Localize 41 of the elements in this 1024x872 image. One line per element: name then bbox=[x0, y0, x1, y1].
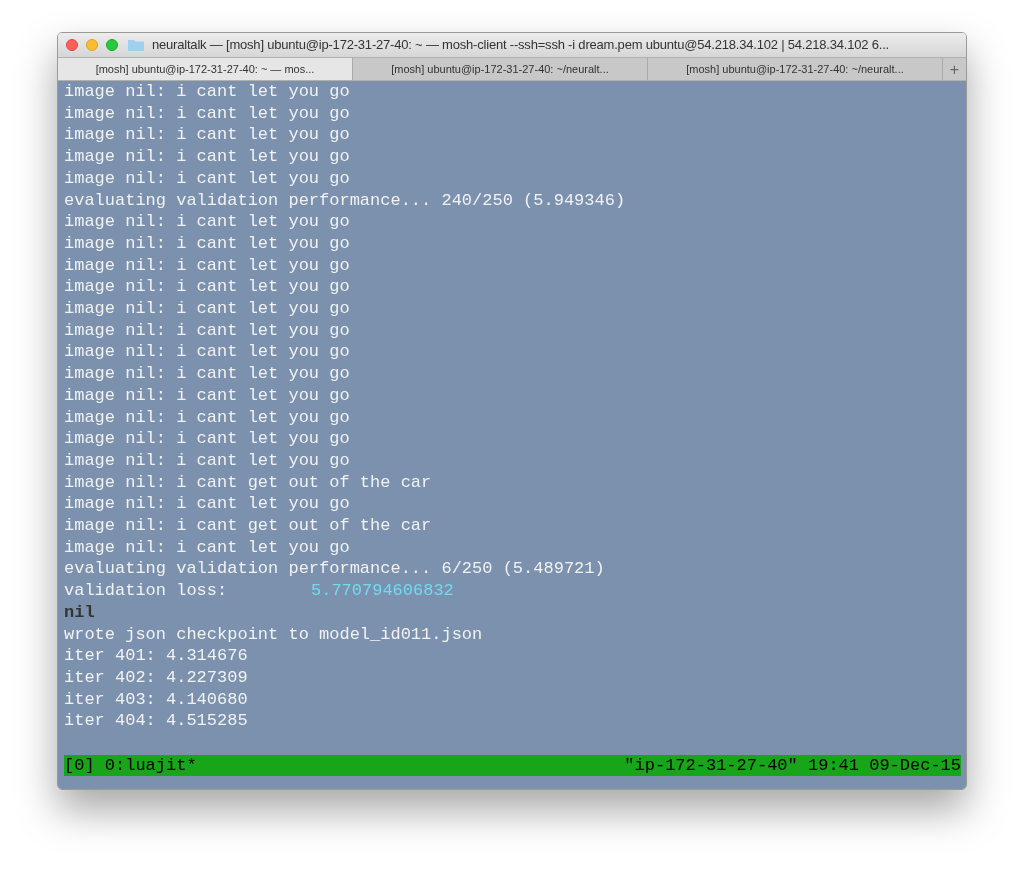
terminal-line: image nil: i cant let you go bbox=[64, 363, 350, 385]
terminal-line: image nil: i cant let you go bbox=[64, 124, 350, 147]
minimize-icon[interactable] bbox=[86, 39, 98, 51]
terminal-line: image nil: i cant let you go bbox=[64, 428, 350, 450]
terminal-label: validation loss: bbox=[64, 580, 229, 602]
terminal-line: iter 402: 4.227309 bbox=[64, 667, 248, 689]
close-icon[interactable] bbox=[66, 39, 78, 51]
terminal-line: image nil: i cant get out of the car bbox=[64, 471, 432, 494]
tab[interactable]: [mosh] ubuntu@ip-172-31-27-40: ~/neuralt... bbox=[353, 58, 648, 80]
host-time-date: "ip-172-31-27-40" 19:41 09-Dec-15 bbox=[624, 754, 961, 777]
terminal-line: wrote json checkpoint to model_id011.json bbox=[64, 623, 483, 646]
terminal-line: image nil: i cant let you go bbox=[64, 102, 350, 125]
terminal-line: image nil: i cant let you go bbox=[64, 232, 350, 255]
terminal-line: image nil: i cant let you go bbox=[64, 406, 350, 429]
terminal-line: evaluating validation performance... 240/250 (5.949346) bbox=[64, 189, 626, 212]
terminal-line: iter 404: 4.515285 bbox=[64, 710, 248, 733]
terminal-line: image nil: i cant let you go bbox=[64, 254, 350, 277]
terminal-line: image nil: i cant let you go bbox=[64, 384, 350, 407]
terminal-line: image nil: i cant let you go bbox=[64, 319, 350, 342]
terminal-line: image nil: i cant let you go bbox=[64, 276, 350, 299]
terminal-line: evaluating validation performance... 6/250 (5.489721) bbox=[64, 558, 605, 581]
terminal-line: image nil: i cant let you go bbox=[64, 341, 350, 364]
terminal-line: image nil: i cant get out of the car bbox=[64, 515, 432, 537]
terminal-line: image nil: i cant let you go bbox=[64, 449, 350, 472]
terminal-line: image nil: i cant let you go bbox=[64, 298, 350, 320]
folder-icon bbox=[128, 39, 144, 51]
terminal-line: image nil: i cant let you go bbox=[64, 81, 350, 103]
tab[interactable]: [mosh] ubuntu@ip-172-31-27-40: ~ — mos... bbox=[58, 58, 353, 80]
session-window: [0] 0:luajit* bbox=[64, 754, 197, 777]
terminal-line: iter 403: 4.140680 bbox=[64, 688, 248, 711]
terminal-line: image nil: i cant let you go bbox=[64, 146, 350, 168]
terminal-line: iter 401: 4.314676 bbox=[64, 645, 248, 667]
terminal-line: nil bbox=[64, 601, 95, 624]
terminal-line: image nil: i cant let you go bbox=[64, 536, 350, 559]
terminal-line: image nil: i cant let you go bbox=[64, 167, 350, 190]
terminal-line: image nil: i cant let you go bbox=[64, 211, 350, 233]
tab[interactable]: [mosh] ubuntu@ip-172-31-27-40: ~/neuralt... bbox=[648, 58, 943, 80]
terminal-line: image nil: i cant let you go bbox=[64, 493, 350, 516]
loss-value: 5.770794606832 bbox=[311, 580, 454, 602]
window-title: neuraltalk — [mosh] ubuntu@ip-172-31-27-40: ~ — mosh-client --ssh=ssh -i dream.pem ubuntu@54.218.34.102 | 54.218.34.102 6... bbox=[152, 36, 889, 55]
zoom-icon[interactable] bbox=[106, 39, 118, 51]
